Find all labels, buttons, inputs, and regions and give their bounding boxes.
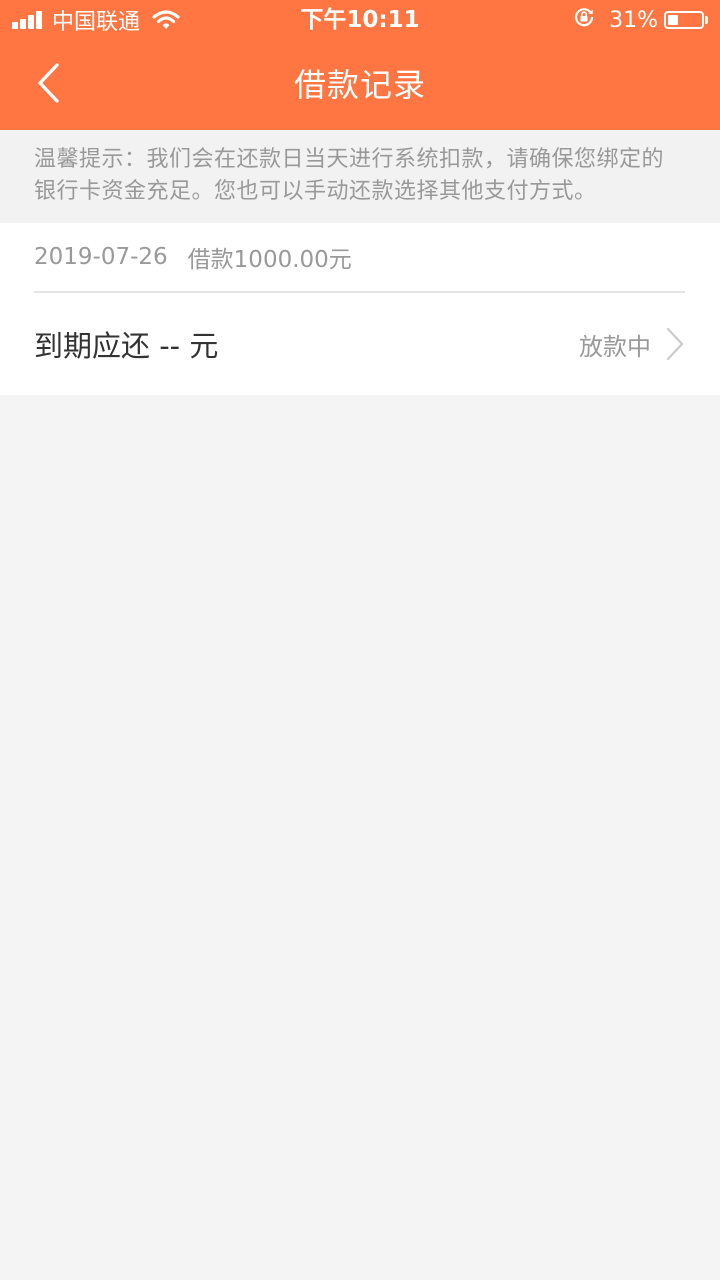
loan-record-card: 2019-07-26 借款1000.00元 到期应还 -- 元 放款中	[0, 223, 720, 395]
due-amount-label: 到期应还 -- 元	[34, 329, 219, 363]
battery-icon	[664, 11, 704, 29]
record-header: 2019-07-26 借款1000.00元	[34, 223, 685, 293]
record-status-group: 放款中	[579, 327, 685, 362]
loan-amount: 借款1000.00元	[187, 247, 352, 273]
battery-percent: 31%	[609, 7, 658, 33]
chevron-right-icon	[665, 327, 685, 361]
loan-status: 放款中	[579, 332, 651, 361]
page-title: 借款记录	[293, 66, 426, 104]
rotation-lock-icon	[573, 6, 595, 34]
battery-level-fill	[668, 15, 678, 25]
notice-banner: 温馨提示：我们会在还款日当天进行系统扣款，请确保您绑定的银行卡资金充足。您也可以…	[0, 130, 720, 223]
status-bar-right: 31%	[573, 6, 708, 34]
nav-bar: 借款记录	[0, 40, 720, 130]
notice-text: 温馨提示：我们会在还款日当天进行系统扣款，请确保您绑定的银行卡资金充足。您也可以…	[34, 147, 665, 204]
app-header: 中国联通 下午10:11 31% 借款记录	[0, 0, 720, 130]
battery-tip	[705, 16, 708, 24]
record-detail-row[interactable]: 到期应还 -- 元 放款中	[34, 293, 685, 395]
status-bar: 中国联通 下午10:11 31%	[0, 0, 720, 40]
record-date: 2019-07-26	[34, 244, 168, 270]
